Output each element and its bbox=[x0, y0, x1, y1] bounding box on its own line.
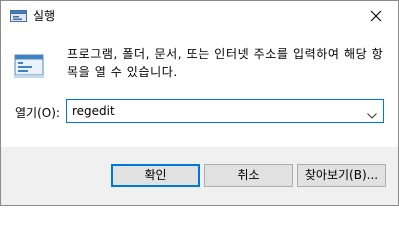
button-bar: 확인 취소 찾아보기(B)... bbox=[1, 147, 398, 205]
chevron-down-icon[interactable] bbox=[367, 108, 377, 122]
run-dialog-window: 실행 프로그램, 폴더, 문서, 또는 인터넷 주소를 입력하여 해당 항목을 … bbox=[0, 0, 399, 206]
dialog-description: 프로그램, 폴더, 문서, 또는 인터넷 주소를 입력하여 해당 항목을 열 수… bbox=[67, 47, 384, 79]
close-icon bbox=[370, 10, 382, 22]
window-title: 실행 bbox=[33, 9, 56, 23]
open-combobox[interactable]: regedit bbox=[66, 99, 384, 123]
open-label: 열기(O): bbox=[15, 106, 60, 120]
close-button[interactable] bbox=[354, 1, 398, 32]
title-bar[interactable]: 실행 bbox=[1, 1, 398, 32]
ok-button[interactable]: 확인 bbox=[111, 164, 200, 187]
open-input[interactable]: regedit bbox=[72, 103, 115, 119]
run-dialog-icon bbox=[10, 8, 27, 24]
browse-button[interactable]: 찾아보기(B)... bbox=[297, 164, 386, 187]
run-app-icon bbox=[14, 54, 44, 78]
cancel-button[interactable]: 취소 bbox=[204, 164, 293, 187]
